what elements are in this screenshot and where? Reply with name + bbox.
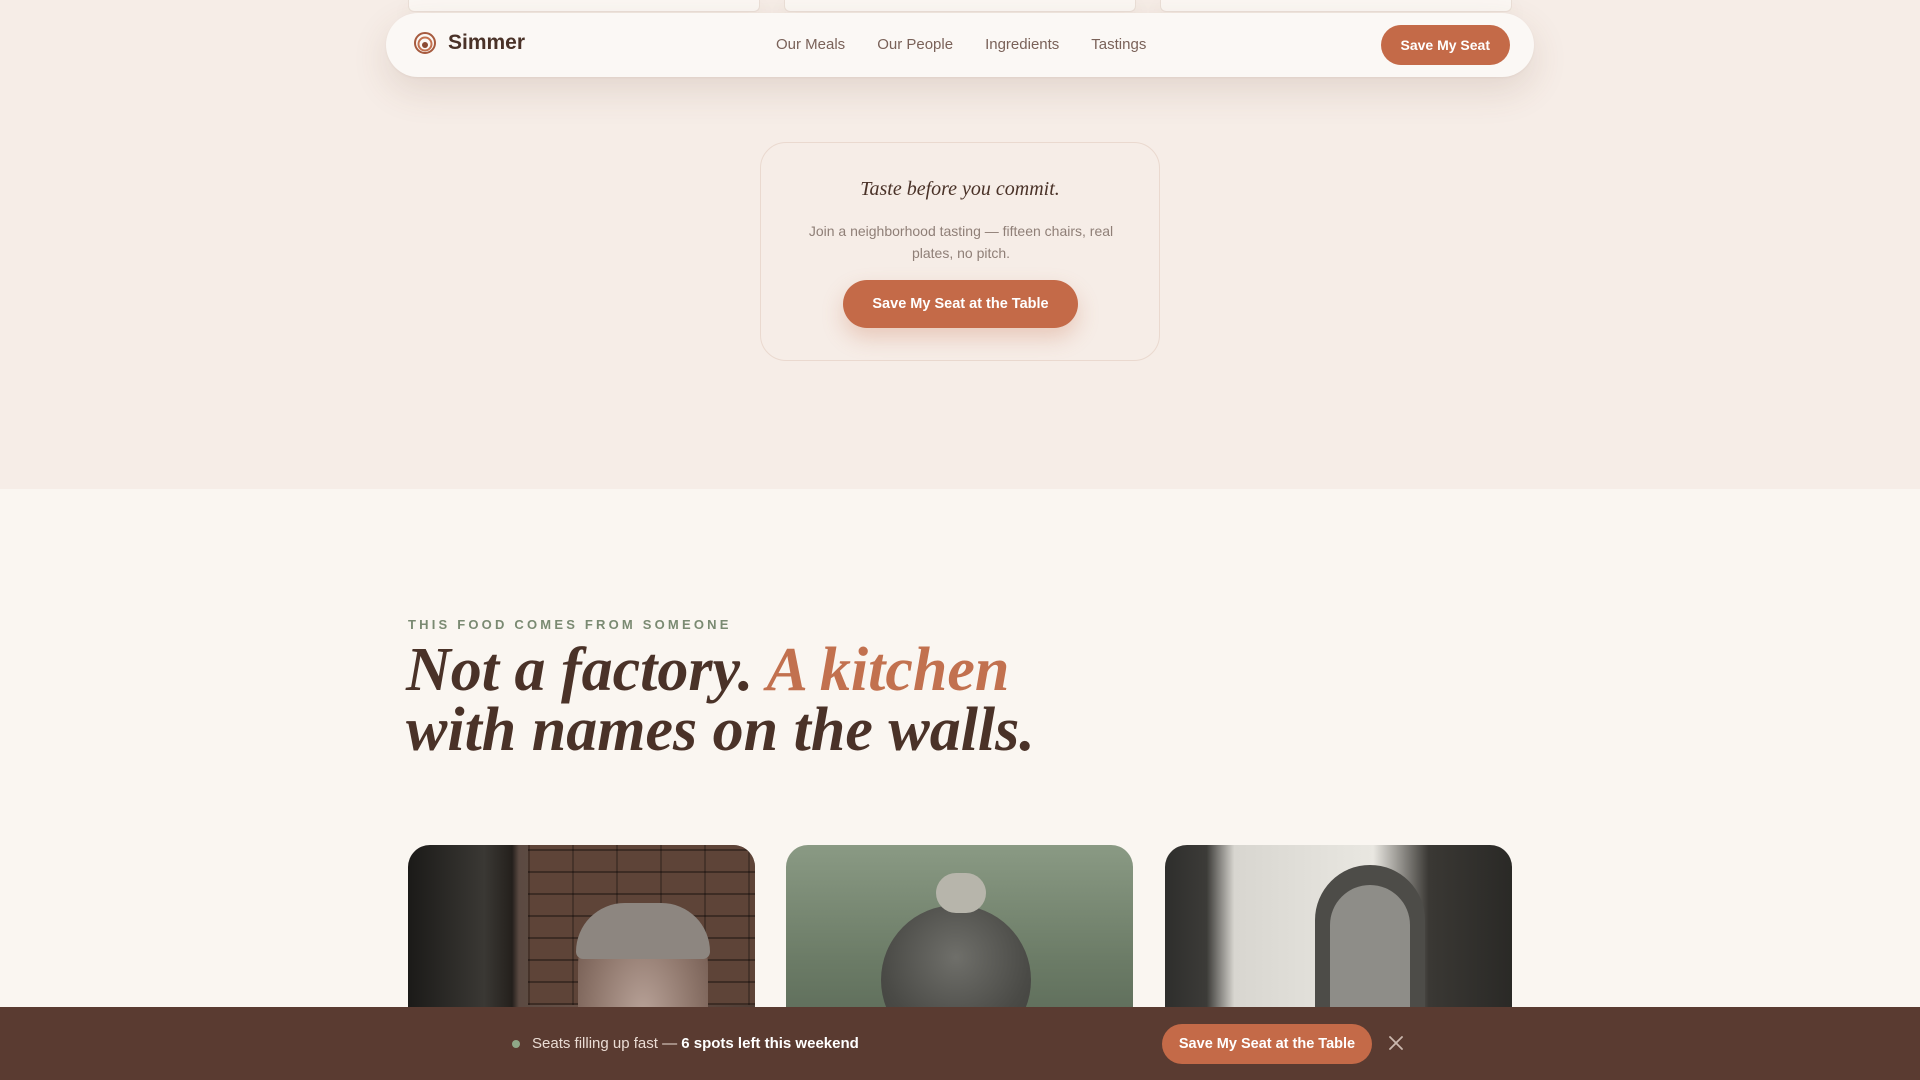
save-my-seat-button[interactable]: Save My Seat [1380, 25, 1510, 65]
headline-part-1: Not a factory. [406, 636, 767, 704]
nav-link-our-meals[interactable]: Our Meals [776, 36, 845, 53]
tasting-title: Taste before you commit. [860, 178, 1060, 200]
close-icon[interactable] [1386, 1033, 1406, 1053]
section-eyebrow: THIS FOOD COMES FROM SOMEONE [408, 617, 732, 632]
simmer-logo-icon [414, 32, 436, 54]
brand[interactable]: Simmer [414, 31, 525, 55]
sticky-save-seat-button[interactable]: Save My Seat at the Table [1162, 1024, 1372, 1064]
navbar: Simmer Our Meals Our People Ingredients … [386, 13, 1534, 77]
cook-hair [576, 903, 710, 959]
nav-link-ingredients[interactable]: Ingredients [985, 36, 1059, 53]
nav-links: Our Meals Our People Ingredients Tasting… [776, 36, 1178, 53]
headline-part-2: with names on the walls. [406, 696, 1035, 764]
section-headline: Not a factory. A kitchen with names on th… [406, 639, 1166, 761]
garden-leaf [936, 873, 986, 913]
status-dot [512, 1040, 520, 1048]
tasting-description: Join a neighborhood tasting — fifteen ch… [808, 223, 1114, 261]
nav-link-our-people[interactable]: Our People [877, 36, 953, 53]
meal-card-edge [784, 0, 1136, 12]
nav-link-tastings[interactable]: Tastings [1091, 36, 1146, 53]
availability-text: Seats filling up fast — 6 spots left thi… [532, 1035, 859, 1052]
tasting-card: Taste before you commit. Join a neighbor… [760, 142, 1160, 361]
brand-name: Simmer [448, 31, 526, 54]
availability-prefix: Seats filling up fast — [532, 1035, 682, 1052]
save-seat-at-table-button[interactable]: Save My Seat at the Table [843, 280, 1078, 328]
sticky-booking-bar: Seats filling up fast — 6 spots left thi… [0, 1007, 1920, 1080]
meal-card-edge [1160, 0, 1512, 12]
spots-left: 6 spots left this weekend [681, 1035, 859, 1052]
headline-accent: A kitchen [766, 636, 1010, 704]
meal-card-edge [408, 0, 760, 12]
